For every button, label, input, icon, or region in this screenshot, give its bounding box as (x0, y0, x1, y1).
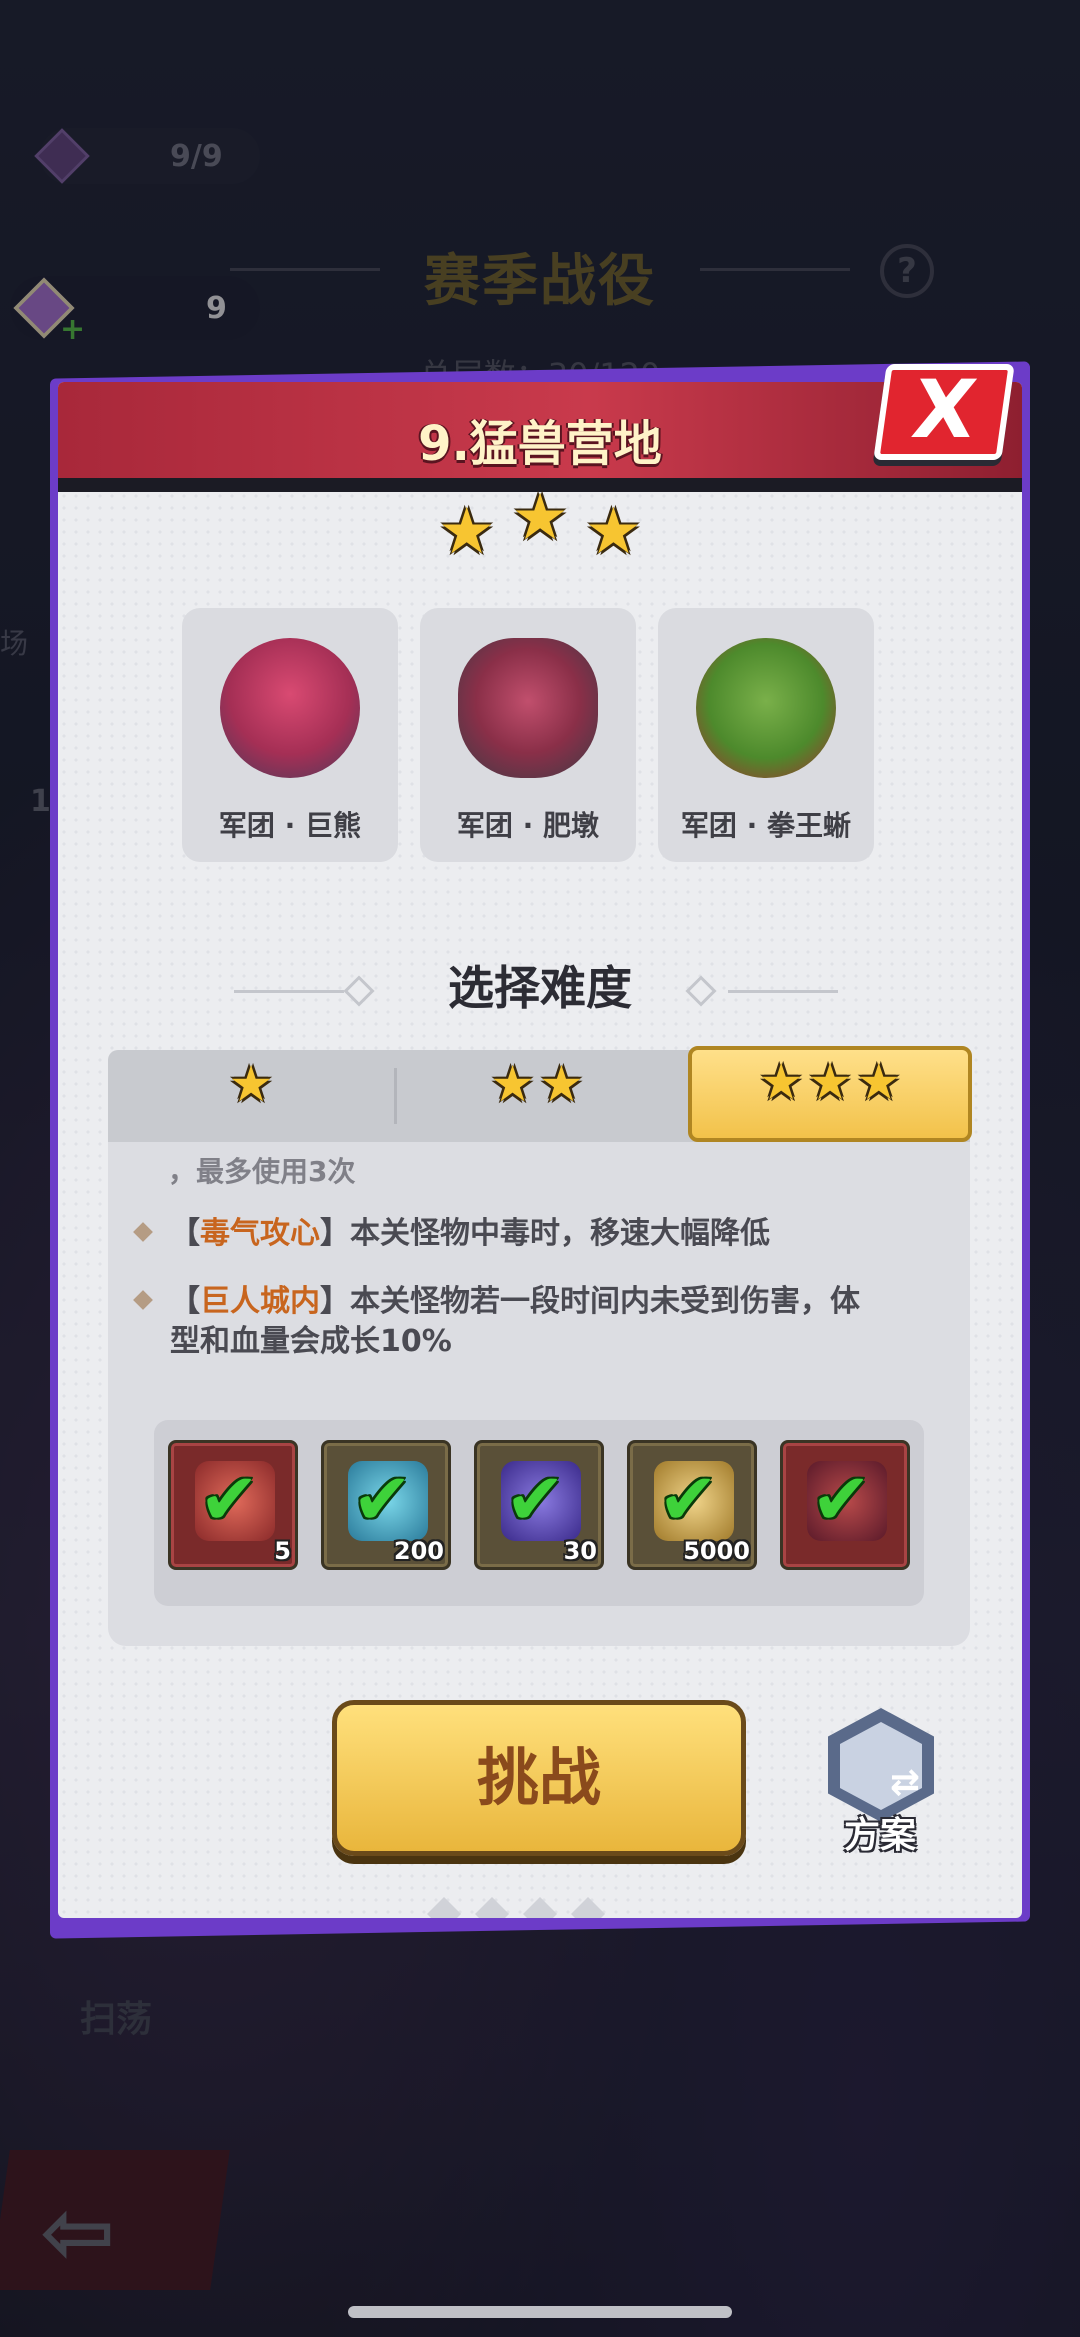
reward-qty: 5 (274, 1537, 291, 1565)
monster-name: 军团 · 拳王蜥 (680, 809, 852, 842)
star-icon: ★ (228, 1055, 274, 1113)
difficulty-tabs: ★ ★★ ★★★ (108, 1046, 972, 1158)
star-icon: ★ (490, 1055, 535, 1113)
check-icon: ✔ (352, 1457, 413, 1541)
star-icon: ★ (856, 1053, 902, 1111)
tab-difficulty-2[interactable]: ★★ (394, 1050, 680, 1142)
star-icon: ★ (584, 495, 643, 569)
rule-name: 巨人城内 (200, 1284, 320, 1319)
lizard-boxer-monster-icon (696, 638, 836, 778)
check-icon: ✔ (811, 1457, 872, 1541)
bracket: 【 (170, 1216, 200, 1251)
reward-list: ✔ 5 ✔ 200 ✔ 30 ✔ 5000 ✔ (154, 1420, 924, 1606)
plan-button[interactable]: ⇄ 方案 (820, 1708, 940, 1856)
rule-text: 本关怪物若一段时间内未受到伤害，体 (350, 1284, 860, 1319)
reward-qty: 30 (563, 1537, 597, 1565)
monster-card[interactable]: 军团 · 拳王蜥 (658, 608, 874, 862)
check-icon: ✔ (658, 1457, 719, 1541)
reward-item[interactable]: ✔ 200 (321, 1440, 451, 1570)
check-icon: ✔ (199, 1457, 260, 1541)
check-icon: ✔ (505, 1457, 566, 1541)
star-icon: ★ (758, 1053, 804, 1111)
rule-name: 毒气攻心 (200, 1216, 320, 1251)
reward-item[interactable]: ✔ 30 (474, 1440, 604, 1570)
monster-list: 军团 · 巨熊 军团 · 肥墩 军团 · 拳王蜥 (182, 608, 874, 862)
difficulty-details[interactable]: ，最多使用3次 【毒气攻心】本关怪物中毒时，移速大幅降低 【巨人城内】本关怪物若… (108, 1142, 970, 1646)
bracket: 【 (170, 1284, 200, 1319)
swap-icon: ⇄ (890, 1762, 921, 1803)
monster-card[interactable]: 军团 · 巨熊 (182, 608, 398, 862)
divider (728, 990, 838, 993)
challenge-button[interactable]: 挑战 (332, 1700, 746, 1856)
rule-item: 【巨人城内】本关怪物若一段时间内未受到伤害，体 型和血量会成长10% (133, 1282, 936, 1362)
monster-card[interactable]: 军团 · 肥墩 (420, 608, 636, 862)
star-icon: ★ (437, 495, 496, 569)
bracket: 】 (320, 1284, 350, 1319)
reward-item[interactable]: ✔ 5 (168, 1440, 298, 1570)
rule-text: 本关怪物中毒时，移速大幅降低 (350, 1216, 770, 1251)
axe-brute-monster-icon (458, 638, 598, 778)
reward-item[interactable]: ✔ 5000 (627, 1440, 757, 1570)
plan-label: 方案 (843, 1815, 916, 1856)
star-icon: ★ (807, 1053, 853, 1111)
section-title: 选择难度 (448, 961, 632, 1015)
monster-name: 军团 · 巨熊 (218, 809, 362, 842)
bottom-deco (420, 1897, 720, 1918)
bracket: 】 (320, 1216, 350, 1251)
truncated-rule-text: ，最多使用3次 (168, 1155, 356, 1188)
level-dialog: 9.猛兽营地 ★ ★ ★ 军团 · 巨熊 军团 · 肥墩 军团 · 拳王蜥 选择难度… (58, 382, 1022, 1918)
tab-difficulty-3[interactable]: ★★★ (688, 1046, 972, 1158)
star-icon: ★ (511, 481, 569, 555)
earned-stars: ★ ★ ★ (58, 486, 1022, 569)
star-icon: ★ (539, 1055, 584, 1113)
reward-qty: 5000 (683, 1537, 750, 1565)
close-button[interactable]: X (873, 363, 1015, 460)
reward-item[interactable]: ✔ (780, 1440, 910, 1570)
reward-qty: 200 (393, 1537, 444, 1565)
bullet-icon (133, 1222, 153, 1242)
bullet-icon (133, 1290, 153, 1310)
monster-name: 军团 · 肥墩 (456, 809, 600, 842)
rule-item: 【毒气攻心】本关怪物中毒时，移速大幅降低 (133, 1214, 936, 1254)
home-indicator[interactable] (348, 2306, 732, 2318)
bear-monster-icon (220, 638, 360, 778)
tab-difficulty-1[interactable]: ★ (108, 1050, 394, 1142)
rule-text-continued: 型和血量会成长10% (170, 1324, 452, 1359)
